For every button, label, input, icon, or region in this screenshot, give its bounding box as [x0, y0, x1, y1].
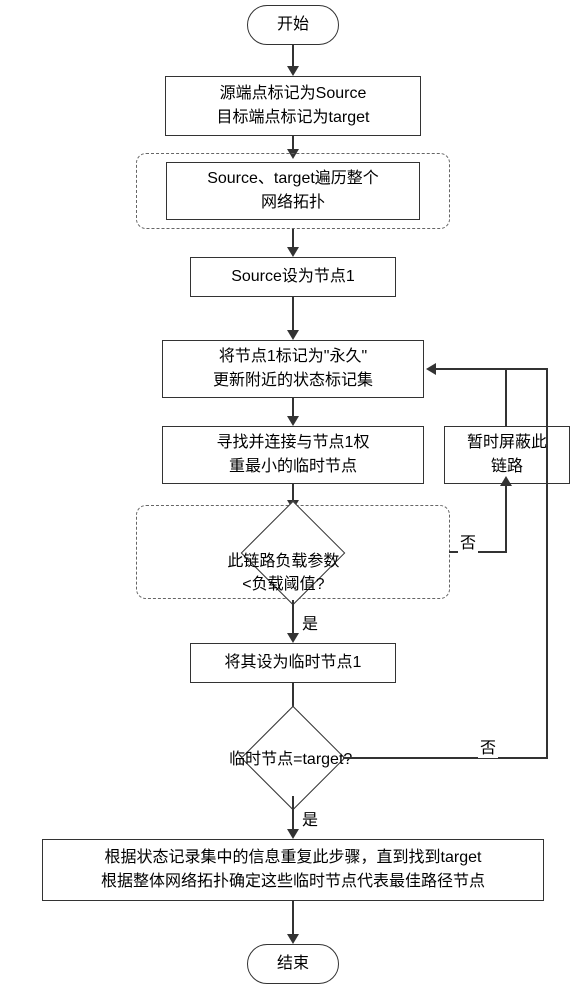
step-find-connect: 寻找并连接与节点1权 重最小的临时节点: [162, 426, 424, 484]
arrow-icon: [287, 633, 299, 643]
arrow-icon: [287, 330, 299, 340]
edge-label-yes: 是: [300, 610, 320, 634]
step-label: 将节点1标记为"永久" 更新附近的状态标记集: [213, 345, 373, 393]
step-traverse: Source、target遍历整个 网络拓扑: [166, 162, 420, 220]
step-label: 源端点标记为Source 目标端点标记为target: [217, 82, 370, 130]
terminal-start-label: 开始: [277, 13, 309, 37]
step-set-temp-node: 将其设为临时节点1: [190, 643, 396, 683]
arrow-icon: [287, 934, 299, 944]
edge: [292, 796, 294, 831]
edge: [292, 600, 294, 635]
step-label: 将其设为临时节点1: [225, 651, 362, 675]
edge-label-no-2: 否: [478, 734, 498, 758]
arrow-icon: [287, 416, 299, 426]
edge: [292, 229, 294, 249]
edge: [292, 901, 294, 936]
decision-label: 此链路负载参数 <负载阈值?: [193, 529, 373, 596]
step-label: Source设为节点1: [231, 265, 355, 289]
step-set-node1: Source设为节点1: [190, 257, 396, 297]
step-label: Source、target遍历整个 网络拓扑: [207, 167, 379, 215]
decision-label: 临时节点=target?: [201, 749, 381, 771]
edge: [343, 757, 548, 759]
step-label: 暂时屏蔽此 链路: [467, 431, 547, 479]
edge: [292, 398, 294, 418]
edge: [505, 484, 507, 553]
terminal-end: 结束: [247, 944, 339, 984]
step-mark-permanent: 将节点1标记为"永久" 更新附近的状态标记集: [162, 340, 424, 398]
edge-label-yes-2: 是: [300, 806, 320, 830]
edge: [292, 297, 294, 332]
edge: [434, 368, 548, 370]
terminal-start: 开始: [247, 5, 339, 45]
edge: [546, 368, 548, 759]
step-label: 寻找并连接与节点1权 重最小的临时节点: [217, 431, 370, 479]
arrow-icon: [287, 247, 299, 257]
terminal-end-label: 结束: [277, 952, 309, 976]
edge-label-no: 否: [458, 529, 478, 553]
step-final: 根据状态记录集中的信息重复此步骤，直到找到target 根据整体网络拓扑确定这些…: [42, 839, 544, 901]
edge: [505, 368, 507, 426]
arrow-icon: [287, 66, 299, 76]
step-label: 根据状态记录集中的信息重复此步骤，直到找到target 根据整体网络拓扑确定这些…: [101, 846, 485, 894]
decision-target: 临时节点=target?: [241, 706, 346, 811]
arrow-icon: [287, 829, 299, 839]
arrow-icon: [500, 476, 512, 486]
edge: [292, 45, 294, 68]
step-mark-source: 源端点标记为Source 目标端点标记为target: [165, 76, 421, 136]
